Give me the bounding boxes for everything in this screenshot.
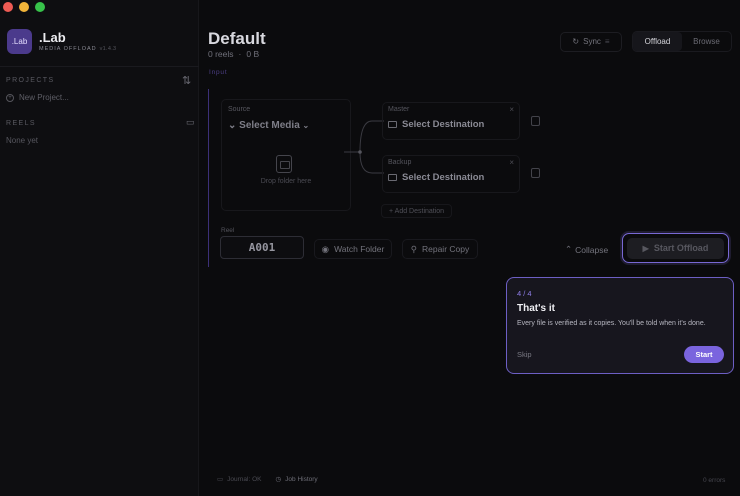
destination-backup[interactable]: Backup × Select Destination: [382, 155, 520, 193]
copy-icon[interactable]: [531, 116, 540, 126]
route-lines: [344, 120, 384, 174]
tour-start-button[interactable]: Start: [684, 346, 724, 363]
destination-value: Select Destination: [402, 172, 485, 183]
watch-folder-label: Watch Folder: [334, 244, 385, 254]
collapse-button[interactable]: ⌃ Collapse: [565, 244, 608, 255]
destination-label: Master: [388, 106, 410, 113]
drive-icon: [388, 174, 397, 181]
journal-icon: ▭: [217, 476, 224, 483]
start-offload-label: Start Offload: [653, 243, 709, 253]
destination-select[interactable]: Select Destination: [388, 119, 484, 130]
close-icon[interactable]: ×: [509, 105, 514, 114]
status-footer: ▭ Journal: OK ◷ Job History: [217, 475, 318, 484]
error-count: 0 errors: [703, 477, 726, 484]
start-offload-button[interactable]: ▶ Start Offload: [627, 237, 724, 259]
job-history-button[interactable]: ◷ Job History: [275, 475, 318, 484]
journal-label: Journal: OK: [227, 475, 262, 483]
tour-title: That's it: [517, 303, 555, 314]
tour-body: Every file is verified as it copies. You…: [517, 320, 706, 327]
onboarding-tour-popover: 4 / 4 That's it Every file is verified a…: [506, 277, 734, 374]
eye-icon: ◉: [321, 243, 330, 254]
repair-copy-label: Repair Copy: [421, 244, 470, 254]
journal-status: ▭ Journal: OK: [217, 475, 262, 484]
clock-icon: ◷: [275, 476, 282, 483]
add-destination-button[interactable]: + Add Destination: [381, 204, 453, 218]
watch-folder-button[interactable]: ◉ Watch Folder: [314, 239, 392, 259]
destination-label: Backup: [388, 159, 412, 166]
tour-skip-button[interactable]: Skip: [517, 350, 532, 359]
drive-icon: [388, 121, 397, 128]
collapse-label: Collapse: [575, 244, 609, 255]
reel-input[interactable]: A001: [220, 236, 304, 259]
close-icon[interactable]: ×: [509, 158, 514, 167]
repair-copy-button[interactable]: ⚲ Repair Copy: [402, 239, 478, 259]
destination-select[interactable]: Select Destination: [388, 172, 484, 183]
destination-value: Select Destination: [402, 119, 485, 130]
play-icon: ▶: [642, 243, 649, 253]
wrench-icon: ⚲: [410, 243, 417, 254]
start-offload-highlight: ▶ Start Offload: [622, 233, 729, 263]
chevron-up-icon: ⌃: [565, 244, 573, 254]
reel-label: Reel: [221, 227, 235, 234]
job-history-label: Job History: [285, 475, 318, 483]
destination-master[interactable]: Master × Select Destination: [382, 102, 520, 140]
route-junction: [358, 150, 362, 154]
copy-icon[interactable]: [531, 168, 540, 178]
tour-step-counter: 4 / 4: [517, 289, 532, 298]
